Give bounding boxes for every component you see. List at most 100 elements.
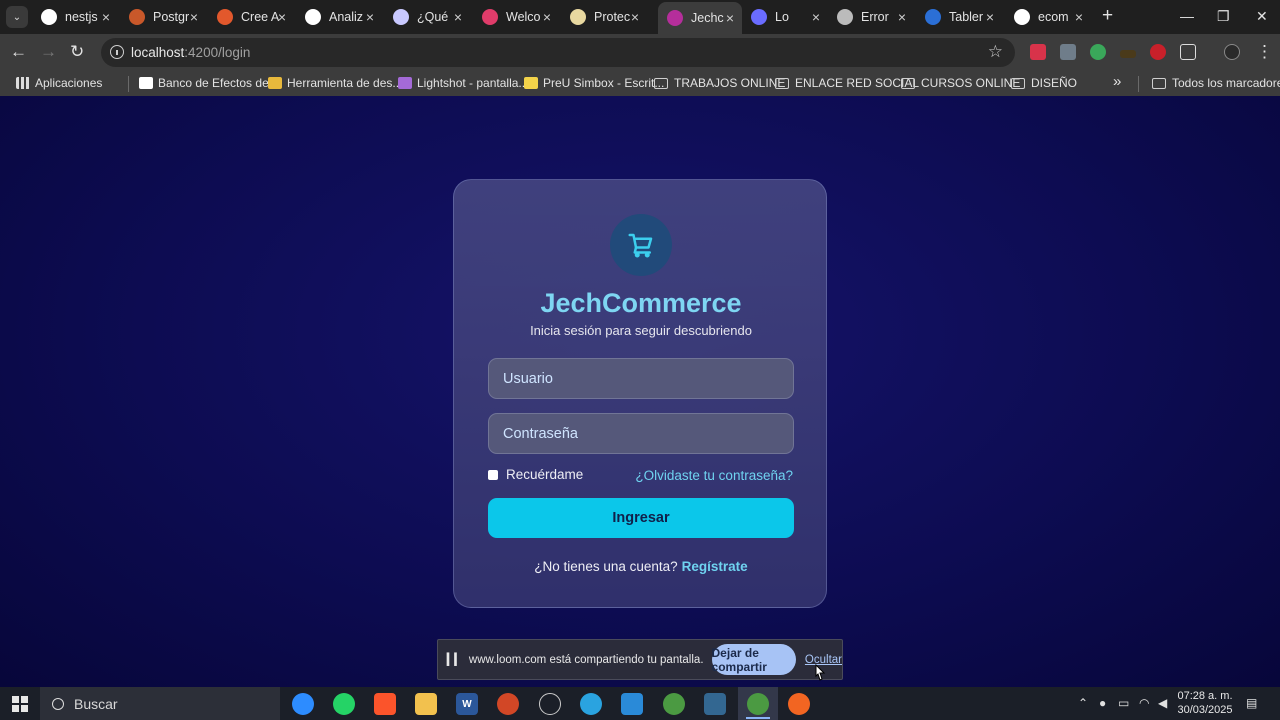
- profile-avatar[interactable]: [1224, 44, 1240, 60]
- close-window-icon[interactable]: ✕: [1256, 8, 1268, 25]
- folder-icon: [654, 77, 668, 89]
- zoom-icon[interactable]: [292, 693, 314, 715]
- browser-tab[interactable]: Welco ×: [473, 4, 559, 30]
- clock[interactable]: 07:28 a. m. 30/03/2025: [1172, 689, 1238, 717]
- notifications-icon[interactable]: ▤: [1246, 696, 1257, 710]
- signup-prompt: ¿No tienes una cuenta? Regístrate: [454, 559, 828, 574]
- bookmark-item[interactable]: Herramienta de des...: [268, 76, 402, 90]
- github-icon: [41, 9, 57, 25]
- file-explorer-icon[interactable]: [415, 693, 437, 715]
- browser-tab[interactable]: ecom ×: [1005, 4, 1091, 30]
- password-input[interactable]: Contraseña: [488, 413, 794, 454]
- bookmark-favicon-icon: [139, 77, 153, 89]
- telegram-icon[interactable]: [580, 693, 602, 715]
- chrome-icon[interactable]: [663, 693, 685, 715]
- tab-close-icon[interactable]: ×: [543, 9, 551, 25]
- taskbar-search[interactable]: Buscar: [40, 687, 280, 720]
- forward-button[interactable]: →: [40, 42, 57, 62]
- angular-a-icon: [393, 9, 409, 25]
- forgot-password-link[interactable]: ¿Olvidaste tu contraseña?: [635, 468, 793, 483]
- link-icon: [1014, 9, 1030, 25]
- tab-close-icon[interactable]: ×: [190, 9, 198, 25]
- tab-close-icon[interactable]: ×: [726, 10, 734, 26]
- tab-close-icon[interactable]: ×: [898, 9, 906, 25]
- bookmark-item[interactable]: Banco de Efectos de...: [139, 76, 279, 90]
- pause-icon[interactable]: ▎▎: [447, 653, 463, 666]
- tab-close-icon[interactable]: ×: [1075, 9, 1083, 25]
- tab-close-icon[interactable]: ×: [366, 9, 374, 25]
- bookmarks-divider: [128, 76, 129, 92]
- reload-button[interactable]: ↻: [70, 42, 84, 62]
- extension-icon[interactable]: [1150, 44, 1166, 60]
- browser-tab[interactable]: Jechc ×: [658, 2, 742, 34]
- extensions-puzzle-icon[interactable]: [1180, 44, 1196, 60]
- bookmarks-overflow-button[interactable]: »: [1113, 73, 1121, 90]
- bookmark-item[interactable]: PreU Simbox - Escrit...: [524, 76, 664, 90]
- browser-tab[interactable]: Analiz ×: [296, 4, 382, 30]
- battery-icon[interactable]: ▭: [1118, 696, 1129, 710]
- username-input[interactable]: Usuario: [488, 358, 794, 399]
- all-bookmarks-button[interactable]: Todos los marcadores: [1152, 76, 1280, 90]
- bookmark-item[interactable]: DISEÑO: [1011, 76, 1077, 90]
- tab-close-icon[interactable]: ×: [631, 9, 639, 25]
- tab-close-icon[interactable]: ×: [986, 9, 994, 25]
- tab-title: Analiz: [329, 10, 364, 24]
- word-icon[interactable]: W: [456, 693, 478, 715]
- folder-icon: [1152, 77, 1166, 89]
- windows-start-icon[interactable]: [12, 696, 28, 712]
- powerpoint-icon[interactable]: [497, 693, 519, 715]
- tab-search-button[interactable]: ⌄: [6, 6, 28, 28]
- extension-icon[interactable]: [1060, 44, 1076, 60]
- remember-me[interactable]: Recuérdame: [488, 467, 583, 482]
- obs-icon[interactable]: [539, 693, 561, 715]
- menu-kebab-icon[interactable]: ⋮: [1256, 42, 1273, 62]
- browser-tab[interactable]: ¿Qué ×: [384, 4, 470, 30]
- tray-chevron-icon[interactable]: ⌃: [1078, 696, 1088, 710]
- tab-close-icon[interactable]: ×: [278, 9, 286, 25]
- bookmark-item[interactable]: TRABAJOS ONLINE: [654, 76, 785, 90]
- site-info-icon[interactable]: [110, 45, 124, 59]
- browser-tab[interactable]: Lo ×: [742, 4, 828, 30]
- vscode-icon[interactable]: [621, 693, 643, 715]
- bookmark-star-icon[interactable]: ☆: [988, 42, 1003, 62]
- bookmark-item[interactable]: CURSOS ONLINE: [901, 76, 1020, 90]
- bookmark-label: Banco de Efectos de...: [158, 76, 279, 90]
- whatsapp-icon[interactable]: [333, 693, 355, 715]
- tab-close-icon[interactable]: ×: [454, 9, 462, 25]
- microphone-icon[interactable]: ●: [1099, 696, 1106, 710]
- brave-icon[interactable]: [374, 693, 396, 715]
- chrome-active-icon[interactable]: [747, 693, 769, 715]
- remember-checkbox[interactable]: [488, 469, 498, 480]
- volume-icon[interactable]: ◀: [1158, 696, 1167, 710]
- new-tab-button[interactable]: +: [1102, 6, 1113, 25]
- extension-icon[interactable]: [1030, 44, 1046, 60]
- postman-icon[interactable]: [788, 693, 810, 715]
- diamond-icon: [217, 9, 233, 25]
- bookmark-item[interactable]: Aplicaciones: [16, 76, 102, 90]
- extension-icon[interactable]: [1120, 50, 1136, 58]
- register-link[interactable]: Regístrate: [682, 559, 748, 574]
- restore-icon[interactable]: ❐: [1217, 8, 1230, 25]
- address-bar[interactable]: localhost:4200/login ☆: [101, 38, 1015, 67]
- tab-close-icon[interactable]: ×: [812, 9, 820, 25]
- browser-tab[interactable]: Tabler ×: [916, 4, 1002, 30]
- browser-tab[interactable]: Postgr ×: [120, 4, 206, 30]
- stop-sharing-button[interactable]: Dejar de compartir: [711, 644, 796, 675]
- bookmark-item[interactable]: ENLACE RED SOCIAL: [775, 76, 919, 90]
- search-icon: [52, 697, 64, 710]
- minimize-icon[interactable]: —: [1180, 8, 1194, 24]
- wifi-icon[interactable]: ◠: [1139, 696, 1149, 710]
- tab-close-icon[interactable]: ×: [102, 9, 110, 25]
- browser-tab[interactable]: Protec ×: [561, 4, 647, 30]
- terminal-icon: [925, 9, 941, 25]
- folder-icon: [1011, 77, 1025, 89]
- extension-icon[interactable]: [1090, 44, 1106, 60]
- browser-tab[interactable]: Error ×: [828, 4, 914, 30]
- mouse-cursor-icon: [815, 664, 826, 681]
- browser-tab[interactable]: Cree A ×: [208, 4, 294, 30]
- login-button[interactable]: Ingresar: [488, 498, 794, 538]
- back-button[interactable]: ←: [10, 42, 27, 62]
- bookmark-item[interactable]: Lightshot - pantalla...: [398, 76, 528, 90]
- pgadmin-icon[interactable]: [704, 693, 726, 715]
- browser-tab[interactable]: nestjs ×: [32, 4, 118, 30]
